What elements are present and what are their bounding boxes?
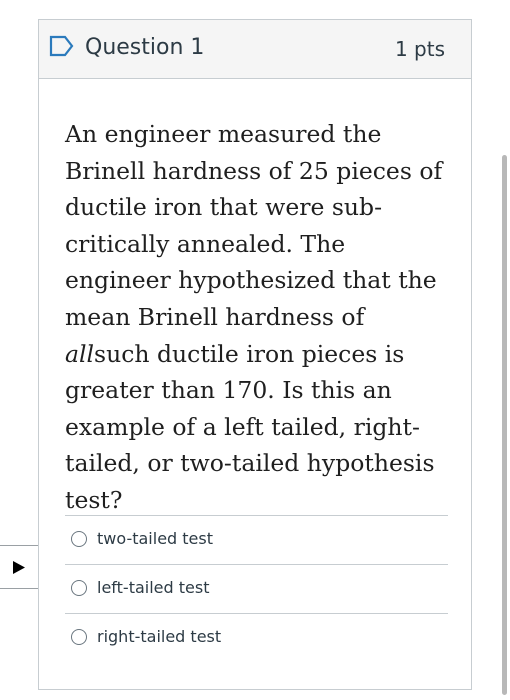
question-points: 1 pts bbox=[394, 37, 445, 61]
question-text-emphasis: all bbox=[65, 339, 95, 368]
flag-question-icon[interactable] bbox=[49, 35, 75, 57]
vertical-scrollbar[interactable] bbox=[502, 155, 507, 695]
answer-option-right-tailed[interactable]: right-tailed test bbox=[65, 613, 448, 662]
question-header: Question 1 1 pts bbox=[39, 20, 471, 79]
answer-list: two-tailed test left-tailed test right-t… bbox=[65, 515, 448, 662]
question-text-part-2: such ductile iron pieces is greater than… bbox=[65, 339, 435, 514]
answer-label[interactable]: left-tailed test bbox=[97, 577, 209, 599]
question-text-part-1: An engineer measured the Brinell hardnes… bbox=[65, 120, 443, 331]
quiz-page: Question 1 1 pts An engineer measured th… bbox=[0, 0, 510, 700]
answer-option-left-tailed[interactable]: left-tailed test bbox=[65, 564, 448, 613]
play-icon bbox=[13, 561, 25, 574]
answer-option-two-tailed[interactable]: two-tailed test bbox=[65, 515, 448, 564]
question-card: Question 1 1 pts An engineer measured th… bbox=[38, 19, 472, 690]
answer-label[interactable]: two-tailed test bbox=[97, 528, 213, 550]
radio-unchecked-icon[interactable] bbox=[71, 629, 87, 645]
question-text: An engineer measured the Brinell hardnes… bbox=[65, 116, 451, 519]
answer-label[interactable]: right-tailed test bbox=[97, 626, 221, 648]
radio-unchecked-icon[interactable] bbox=[71, 580, 87, 596]
question-title: Question 1 bbox=[85, 35, 205, 60]
radio-unchecked-icon[interactable] bbox=[71, 531, 87, 547]
